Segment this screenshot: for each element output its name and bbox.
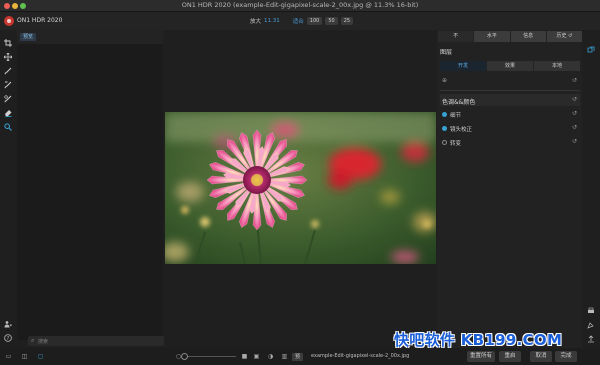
share-icon[interactable] [586,320,596,330]
tab-history[interactable]: 历史 ↺ [546,31,582,42]
cancel-button[interactable]: 取消 [530,351,552,362]
done-button[interactable]: 完成 [555,351,577,362]
edit-panel: 不 水平 信息 历史 ↺ 图层 开发 效果 本地 ⊕ ↺ 色调&&颜色 ↺ 细节… [437,30,582,352]
reset-icon[interactable]: ↺ [572,110,577,117]
search-input[interactable]: ⌕ 搜索 [28,336,164,346]
disabled-indicator[interactable] [442,140,447,145]
search-icon: ⌕ [31,337,35,344]
zoom-slider[interactable] [181,353,236,360]
reset-icon[interactable]: ↺ [572,96,577,103]
tab-info[interactable]: 信息 [510,31,546,42]
fit-button[interactable]: 适合 [293,17,304,25]
item-transform[interactable]: 转变 ↺ [440,137,580,148]
masking-brush-icon[interactable] [3,94,13,104]
zoom-value[interactable]: 11.31 [264,18,280,24]
bottom-bar: ▭ ◫ ▢ ○ ■ ▣ ◑ ▥ 预 example-Edit-gigapixel… [0,348,600,365]
zoom-slider-knob[interactable] [181,353,188,360]
before-after-icon[interactable]: ◑ [266,352,275,360]
zoom-100-button[interactable]: 100 [306,17,323,25]
brush-icon[interactable] [3,66,13,76]
help-icon[interactable]: ? [4,334,12,342]
enabled-indicator[interactable] [442,112,447,117]
search-placeholder: 搜索 [38,339,49,345]
dahlia-photo [165,112,436,264]
tab-effects[interactable]: 效果 [487,61,533,71]
zoom-25-button[interactable]: 25 [340,17,354,25]
eraser-icon[interactable] [3,108,13,118]
item-label: 镜头校正 [450,127,473,133]
item-label: 细节 [450,113,462,119]
svg-text:?: ? [7,336,10,342]
zoom-50-button[interactable]: 50 [325,17,338,25]
item-label: 转变 [450,141,462,147]
file-name: example-Edit-gigapixel-scale-2_00x.jpg [311,353,410,359]
tab-local[interactable]: 本地 [534,61,580,71]
app-logo-icon [4,16,14,26]
navigator-header: 预览 [17,30,163,44]
restart-button[interactable]: 重启 [499,351,521,362]
app-name: ON1 HDR 2020 [17,17,63,24]
tab-preview[interactable]: 预览 [20,33,37,41]
move-icon[interactable] [3,52,13,62]
crop-icon[interactable] [3,38,13,48]
site-watermark: 快吧软件 KB199.COM [394,331,563,349]
panel-tabs: 不 水平 信息 历史 ↺ [438,31,582,42]
overlay-icon[interactable]: ▣ [252,352,261,360]
split-view-icon[interactable]: ◫ [20,352,29,360]
reset-icon[interactable]: ↺ [572,77,577,84]
navigator-panel: 预览 [17,30,163,340]
item-details[interactable]: 细节 ↺ [440,109,580,120]
window-title: ON1 HDR 2020 (example-Edit-gigapixel-sca… [181,1,419,9]
grid-view-icon[interactable]: ▥ [280,352,289,360]
tool-strip [0,30,16,350]
zoom-label: 放大 [250,19,262,25]
item-lens-correction[interactable]: 镜头校正 ↺ [440,123,580,134]
photo-canvas[interactable] [165,112,436,264]
preset-row[interactable]: ⊕ ↺ [440,76,580,87]
layers-icon[interactable] [586,45,596,55]
file-button[interactable]: 预 [292,353,304,361]
zoom-icon[interactable] [3,122,13,132]
layers-title: 图层 [440,49,453,56]
tab-none[interactable]: 不 [438,31,474,42]
mask-view-icon[interactable]: ■ [240,352,249,360]
tone-color-header[interactable]: 色调&&颜色 ↺ [440,94,580,106]
reset-all-button[interactable]: 重置所有 [467,351,495,362]
people-icon[interactable] [4,320,12,328]
tab-develop[interactable]: 开发 [440,61,486,71]
export-icon[interactable] [586,334,596,344]
compare-view-icon[interactable]: ▢ [36,352,45,360]
title-bar: ON1 HDR 2020 (example-Edit-gigapixel-sca… [0,0,600,12]
divider [440,90,580,91]
adjust-brush-icon[interactable] [3,80,13,90]
enabled-indicator[interactable] [442,126,447,131]
top-toolbar: ON1 HDR 2020 放大 11.31 适合 100 50 25 [0,12,600,30]
single-view-icon[interactable]: ▭ [4,352,13,360]
reset-icon[interactable]: ↺ [572,138,577,145]
tone-color-title: 色调&&颜色 [442,99,476,106]
print-icon[interactable] [586,306,596,316]
add-icon[interactable]: ⊕ [442,77,447,84]
zoom-controls: 放大 11.31 适合 100 50 25 [250,16,354,26]
module-tabs: 开发 效果 本地 [440,61,580,71]
reset-icon[interactable]: ↺ [572,124,577,131]
app-window: ON1 HDR 2020 (example-Edit-gigapixel-sca… [0,0,600,365]
tab-level[interactable]: 水平 [474,31,510,42]
